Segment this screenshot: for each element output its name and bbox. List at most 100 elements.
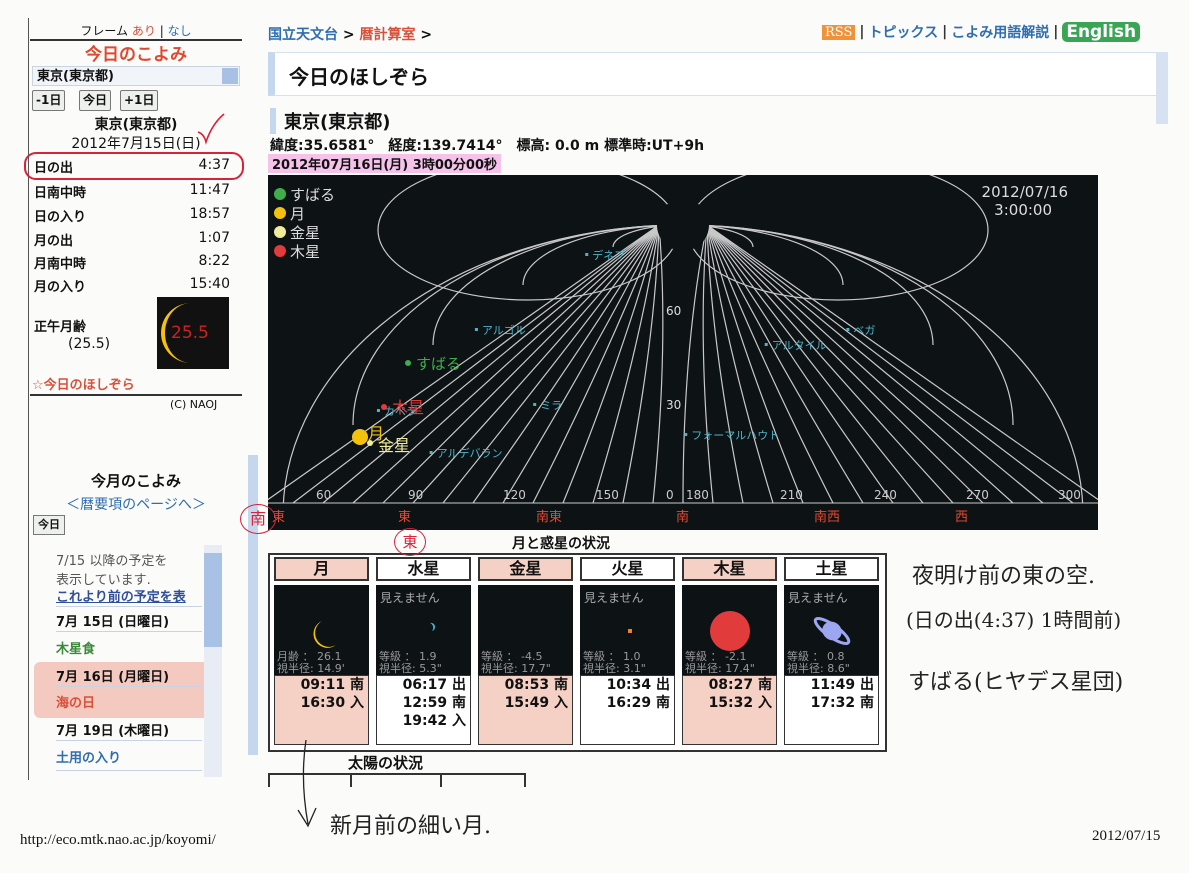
dropdown-icon[interactable] [222, 68, 238, 84]
direction-label: 南西 [814, 509, 840, 525]
location-coords: 緯度:35.6581° 経度:139.7414° 標高: 0.0 m 標準時:U… [270, 138, 705, 154]
map-timestamp-time: 3:00:00 [994, 201, 1052, 219]
planet-stat: 視半径: 14.9' [277, 662, 345, 675]
planet-stat: 視半径: 8.6" [787, 662, 850, 675]
planet-image: 等級 ： -2.1 視半径: 17.4" [682, 585, 777, 675]
planet-times: 06:17 出 12:59 南 19:42 入 [376, 675, 471, 745]
planets-title: 月と惑星の状況 [512, 536, 610, 552]
next-day-button[interactable]: +1日 [120, 90, 159, 111]
moon-age-image-text: 25.5 [171, 323, 209, 343]
row-label: 日の入り [34, 210, 87, 225]
azimuth-line [502, 224, 660, 504]
planet-column: 金星 等級 ： -4.5 視半径: 17.7" 08:53 南 15:49 入 [476, 557, 575, 746]
azimuth-line [706, 224, 1014, 504]
azimuth-line [706, 224, 984, 504]
planet-time: 11:49 出 [810, 677, 874, 693]
planet-column: 土星 見えません 等級 ： 0.8 視半径: 8.6" 11:49 出 17:32 南 [782, 557, 881, 746]
frame-on-link[interactable]: あり [132, 24, 156, 38]
footer-date: 2012/07/15 [1092, 828, 1161, 844]
azimuth-label: 90 [408, 488, 423, 502]
todays-sky-link[interactable]: ☆今日のほしぞら [32, 374, 135, 393]
divider [56, 770, 202, 771]
legend-dot [274, 207, 286, 219]
breadcrumb-calc[interactable]: 暦計算室 [359, 27, 415, 43]
scrollbar-thumb[interactable] [204, 553, 222, 647]
page-title-box: 今日のほしぞら [268, 52, 1162, 96]
planet-stat: 視半径: 5.3" [379, 662, 442, 675]
legend-label: すばる [290, 186, 335, 204]
planet-image: 見えません 等級 ： 0.8 視半径: 8.6" [784, 585, 879, 675]
azimuth-line [706, 224, 954, 504]
planet-time: 12:59 南 [402, 695, 466, 711]
page-title: 今日のほしぞら [289, 65, 429, 89]
breadcrumb-naoj[interactable]: 国立天文台 [268, 27, 338, 43]
planet-stats: 等級 ： 1.0 視半径: 3.1" [583, 651, 646, 675]
calendar-items-link[interactable]: ＜暦要項のページへ＞ [30, 494, 242, 514]
month-today-button[interactable]: 今日 [33, 515, 65, 535]
azimuth-label: 270 [966, 488, 989, 502]
map-legend: すばる月金星木星 [274, 186, 335, 261]
row-moonrise: 月の出 1:07 [34, 230, 230, 249]
planet-time: 15:49 入 [504, 695, 568, 711]
row-label: 月南中時 [34, 257, 87, 272]
breadcrumb-sep: > [420, 27, 433, 43]
azimuth-label: 210 [780, 488, 803, 502]
schedule-prev-link[interactable]: これより前の予定を表 [56, 586, 202, 605]
english-button[interactable]: English [1062, 22, 1141, 42]
direction-label: 南東 [536, 509, 562, 525]
breadcrumb-sep: > [342, 27, 355, 43]
planet-time: 06:17 出 [402, 677, 466, 693]
sky-grid [268, 175, 1098, 516]
prev-day-button[interactable]: -1日 [32, 90, 66, 111]
planet-name: 水星 [376, 557, 471, 581]
row-value: 15:40 [189, 276, 230, 292]
legend-dot [274, 188, 286, 200]
divider [56, 740, 202, 741]
nav-topics[interactable]: トピックス [869, 22, 939, 42]
planet-name: 木星 [682, 557, 777, 581]
frame-off-link[interactable]: なし [168, 24, 192, 38]
azimuth-label: 300 [1058, 488, 1081, 502]
altitude-circle [377, 175, 679, 301]
checkmark-annotation-icon [197, 113, 225, 145]
planet-time: 09:11 南 [300, 677, 364, 693]
planet-column: 水星 見えません 等級 ： 1.9 視半径: 5.3" 06:17 出 12:59 南 19… [374, 557, 473, 746]
schedule-date: 7月 16日 (月曜日) [56, 670, 170, 685]
azimuth-label: 150 [596, 488, 619, 502]
schedule-event: 土用の入り [56, 751, 122, 766]
sun-title: 太陽の状況 [348, 754, 424, 772]
schedule-scrollbar[interactable] [204, 545, 222, 777]
today-button[interactable]: 今日 [79, 90, 112, 111]
legend-label: 金星 [290, 224, 320, 242]
planet-stat: 視半径: 17.7" [481, 662, 551, 675]
star-marker [474, 328, 478, 331]
planet-stats: 月齢 ： 26.1 視半径: 14.9' [277, 651, 345, 675]
nav-glossary[interactable]: こよみ用語解説 [951, 22, 1049, 42]
azimuth-line [706, 224, 774, 504]
handwritten-note-2: (日の出(4:37) 1時間前) [906, 608, 1122, 632]
star-label: アルデバラン [437, 446, 503, 460]
row-moon-transit: 月南中時 8:22 [34, 253, 230, 272]
star-marker [533, 403, 537, 406]
sky-map: 60901201500180210240270300 東東南東南南西西 60 6… [268, 175, 1098, 530]
legend-dot [274, 245, 286, 257]
schedule-event: 木星食 [56, 642, 96, 657]
planet-name: 火星 [580, 557, 675, 581]
star-label: アルタイル [772, 339, 827, 352]
planet-time: 08:27 南 [708, 677, 772, 693]
decor-bar [248, 455, 258, 755]
month-koyomi-title: 今月のこよみ [90, 472, 181, 490]
location-title: 東京(東京都) [270, 108, 390, 134]
azimuth-line [562, 224, 660, 504]
planet-stat: 視半径: 3.1" [583, 662, 646, 675]
legend-label: 月 [290, 205, 305, 223]
planet-time: 10:34 出 [606, 677, 670, 693]
azimuth-line [652, 224, 664, 504]
row-label: 月の入り [34, 280, 87, 295]
rss-icon[interactable]: RSS [822, 24, 856, 40]
planet-time: 17:32 南 [810, 695, 874, 711]
object-marker [367, 440, 373, 446]
not-visible-label: 見えません [788, 591, 848, 605]
star-label: デネブ [592, 248, 625, 262]
city-select[interactable]: 東京(東京都) [32, 66, 240, 86]
